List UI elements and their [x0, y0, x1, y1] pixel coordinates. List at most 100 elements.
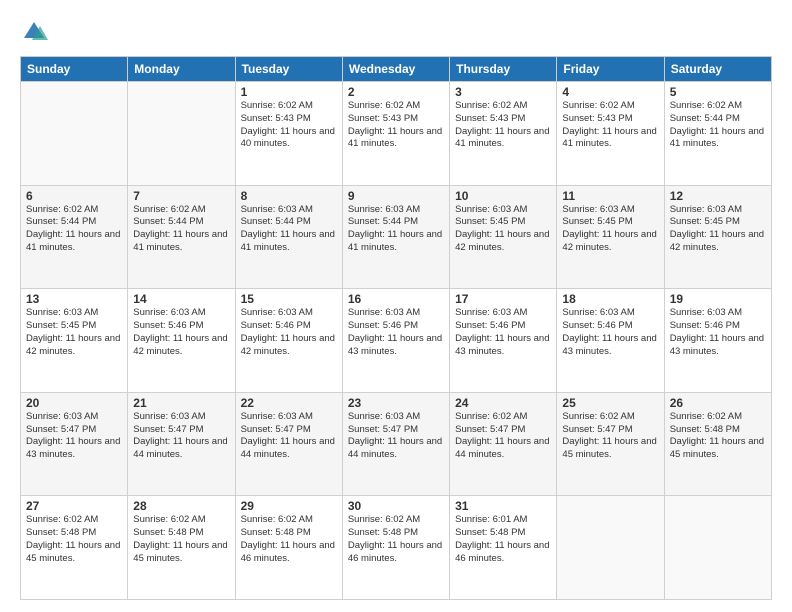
day-info: Sunrise: 6:03 AM Sunset: 5:45 PM Dayligh… [26, 307, 122, 358]
day-number: 22 [241, 396, 337, 410]
day-number: 13 [26, 292, 122, 306]
day-number: 2 [348, 85, 444, 99]
day-info: Sunrise: 6:03 AM Sunset: 5:46 PM Dayligh… [241, 307, 337, 358]
col-header-sunday: Sunday [21, 57, 128, 82]
day-info: Sunrise: 6:03 AM Sunset: 5:47 PM Dayligh… [241, 411, 337, 462]
day-info: Sunrise: 6:03 AM Sunset: 5:44 PM Dayligh… [348, 204, 444, 255]
day-info: Sunrise: 6:02 AM Sunset: 5:47 PM Dayligh… [455, 411, 551, 462]
calendar-cell: 20Sunrise: 6:03 AM Sunset: 5:47 PM Dayli… [21, 392, 128, 496]
day-info: Sunrise: 6:01 AM Sunset: 5:48 PM Dayligh… [455, 514, 551, 565]
day-number: 12 [670, 189, 766, 203]
col-header-wednesday: Wednesday [342, 57, 449, 82]
calendar-cell: 13Sunrise: 6:03 AM Sunset: 5:45 PM Dayli… [21, 289, 128, 393]
day-number: 24 [455, 396, 551, 410]
day-number: 15 [241, 292, 337, 306]
calendar-cell: 28Sunrise: 6:02 AM Sunset: 5:48 PM Dayli… [128, 496, 235, 600]
day-info: Sunrise: 6:02 AM Sunset: 5:48 PM Dayligh… [133, 514, 229, 565]
logo [20, 18, 52, 46]
day-number: 11 [562, 189, 658, 203]
calendar-cell: 18Sunrise: 6:03 AM Sunset: 5:46 PM Dayli… [557, 289, 664, 393]
day-info: Sunrise: 6:03 AM Sunset: 5:47 PM Dayligh… [133, 411, 229, 462]
day-number: 3 [455, 85, 551, 99]
calendar-cell: 2Sunrise: 6:02 AM Sunset: 5:43 PM Daylig… [342, 82, 449, 186]
day-number: 20 [26, 396, 122, 410]
calendar-cell: 5Sunrise: 6:02 AM Sunset: 5:44 PM Daylig… [664, 82, 771, 186]
day-info: Sunrise: 6:02 AM Sunset: 5:43 PM Dayligh… [348, 100, 444, 151]
calendar-cell: 8Sunrise: 6:03 AM Sunset: 5:44 PM Daylig… [235, 185, 342, 289]
calendar-cell: 14Sunrise: 6:03 AM Sunset: 5:46 PM Dayli… [128, 289, 235, 393]
day-info: Sunrise: 6:03 AM Sunset: 5:45 PM Dayligh… [562, 204, 658, 255]
day-number: 4 [562, 85, 658, 99]
calendar-cell: 30Sunrise: 6:02 AM Sunset: 5:48 PM Dayli… [342, 496, 449, 600]
calendar-cell [21, 82, 128, 186]
day-info: Sunrise: 6:02 AM Sunset: 5:43 PM Dayligh… [241, 100, 337, 151]
calendar-cell: 27Sunrise: 6:02 AM Sunset: 5:48 PM Dayli… [21, 496, 128, 600]
col-header-thursday: Thursday [450, 57, 557, 82]
calendar-cell: 3Sunrise: 6:02 AM Sunset: 5:43 PM Daylig… [450, 82, 557, 186]
day-number: 21 [133, 396, 229, 410]
calendar-cell: 16Sunrise: 6:03 AM Sunset: 5:46 PM Dayli… [342, 289, 449, 393]
calendar-cell: 15Sunrise: 6:03 AM Sunset: 5:46 PM Dayli… [235, 289, 342, 393]
week-row-4: 27 Sunrise: 6:02 AM Sunset: 5:48 PM Dayli… [21, 496, 772, 600]
calendar-cell [664, 496, 771, 600]
calendar-cell: 23Sunrise: 6:03 AM Sunset: 5:47 PM Dayli… [342, 392, 449, 496]
col-header-tuesday: Tuesday [235, 57, 342, 82]
calendar-cell: 1Sunrise: 6:02 AM Sunset: 5:43 PM Daylig… [235, 82, 342, 186]
calendar-cell: 6Sunrise: 6:02 AM Sunset: 5:44 PM Daylig… [21, 185, 128, 289]
calendar-cell: 17Sunrise: 6:03 AM Sunset: 5:46 PM Dayli… [450, 289, 557, 393]
calendar-cell [557, 496, 664, 600]
day-info: Sunrise: 6:02 AM Sunset: 5:47 PM Dayligh… [562, 411, 658, 462]
header [20, 18, 772, 46]
day-number: 17 [455, 292, 551, 306]
day-info: Sunrise: 6:03 AM Sunset: 5:46 PM Dayligh… [455, 307, 551, 358]
day-info: Sunrise: 6:03 AM Sunset: 5:45 PM Dayligh… [455, 204, 551, 255]
calendar-cell [128, 82, 235, 186]
col-header-monday: Monday [128, 57, 235, 82]
calendar: SundayMondayTuesdayWednesdayThursdayFrid… [20, 56, 772, 600]
week-row-3: 20Sunrise: 6:03 AM Sunset: 5:47 PM Dayli… [21, 392, 772, 496]
page: SundayMondayTuesdayWednesdayThursdayFrid… [0, 0, 792, 612]
day-number: 10 [455, 189, 551, 203]
calendar-cell: 22Sunrise: 6:03 AM Sunset: 5:47 PM Dayli… [235, 392, 342, 496]
day-info: Sunrise: 6:02 AM Sunset: 5:43 PM Dayligh… [455, 100, 551, 151]
calendar-cell: 29Sunrise: 6:02 AM Sunset: 5:48 PM Dayli… [235, 496, 342, 600]
day-number: 1 [241, 85, 337, 99]
day-info: Sunrise: 6:03 AM Sunset: 5:47 PM Dayligh… [26, 411, 122, 462]
day-number: 9 [348, 189, 444, 203]
day-info: Sunrise: 6:02 AM Sunset: 5:43 PM Dayligh… [562, 100, 658, 151]
day-number: 6 [26, 189, 122, 203]
col-header-saturday: Saturday [664, 57, 771, 82]
week-row-1: 6Sunrise: 6:02 AM Sunset: 5:44 PM Daylig… [21, 185, 772, 289]
day-info: Sunrise: 6:02 AM Sunset: 5:44 PM Dayligh… [26, 204, 122, 255]
col-header-friday: Friday [557, 57, 664, 82]
day-info: Sunrise: 6:02 AM Sunset: 5:48 PM Dayligh… [670, 411, 766, 462]
day-info: Sunrise: 6:02 AM Sunset: 5:44 PM Dayligh… [133, 204, 229, 255]
day-number: 27 [26, 499, 122, 513]
day-number: 14 [133, 292, 229, 306]
day-info: Sunrise: 6:03 AM Sunset: 5:47 PM Dayligh… [348, 411, 444, 462]
calendar-cell: 11Sunrise: 6:03 AM Sunset: 5:45 PM Dayli… [557, 185, 664, 289]
day-number: 28 [133, 499, 229, 513]
calendar-cell: 24Sunrise: 6:02 AM Sunset: 5:47 PM Dayli… [450, 392, 557, 496]
calendar-cell: 4Sunrise: 6:02 AM Sunset: 5:43 PM Daylig… [557, 82, 664, 186]
day-number: 29 [241, 499, 337, 513]
week-row-0: 1Sunrise: 6:02 AM Sunset: 5:43 PM Daylig… [21, 82, 772, 186]
day-info: Sunrise: 6:03 AM Sunset: 5:46 PM Dayligh… [670, 307, 766, 358]
week-row-2: 13Sunrise: 6:03 AM Sunset: 5:45 PM Dayli… [21, 289, 772, 393]
day-info: Sunrise: 6:03 AM Sunset: 5:46 PM Dayligh… [562, 307, 658, 358]
day-info: Sunrise: 6:03 AM Sunset: 5:44 PM Dayligh… [241, 204, 337, 255]
day-info: Sunrise: 6:03 AM Sunset: 5:46 PM Dayligh… [348, 307, 444, 358]
day-info: Sunrise: 6:02 AM Sunset: 5:48 PM Dayligh… [241, 514, 337, 565]
day-number: 30 [348, 499, 444, 513]
day-number: 18 [562, 292, 658, 306]
day-number: 26 [670, 396, 766, 410]
day-number: 7 [133, 189, 229, 203]
calendar-cell: 12Sunrise: 6:03 AM Sunset: 5:45 PM Dayli… [664, 185, 771, 289]
calendar-cell: 31Sunrise: 6:01 AM Sunset: 5:48 PM Dayli… [450, 496, 557, 600]
day-number: 5 [670, 85, 766, 99]
calendar-cell: 26Sunrise: 6:02 AM Sunset: 5:48 PM Dayli… [664, 392, 771, 496]
calendar-cell: 9Sunrise: 6:03 AM Sunset: 5:44 PM Daylig… [342, 185, 449, 289]
day-number: 8 [241, 189, 337, 203]
day-number: 19 [670, 292, 766, 306]
day-number: 31 [455, 499, 551, 513]
